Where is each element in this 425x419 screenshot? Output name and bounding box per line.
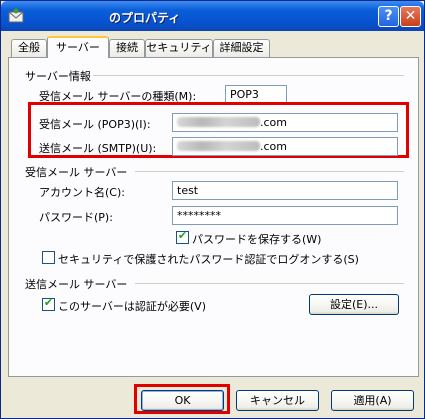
ok-button[interactable]: OK: [141, 390, 224, 411]
outgoing-server-suffix: .com: [260, 140, 287, 153]
servers-panel: サーバー情報 受信メール サーバーの種類(M): POP3 受信メール (POP…: [8, 57, 419, 377]
password-label: パスワード(P):: [39, 211, 113, 224]
outgoing-server-field[interactable]: .com: [172, 137, 398, 156]
password-input[interactable]: ********: [172, 206, 398, 225]
title-bar[interactable]: のプロパティ ? ✕: [1, 1, 424, 31]
tab-connection[interactable]: 接続: [109, 39, 145, 57]
remember-password-checkbox[interactable]: ✔: [176, 229, 189, 244]
outgoing-mail-heading: 送信メール サーバー: [25, 278, 128, 291]
incoming-server-field[interactable]: .com: [172, 113, 398, 132]
redacted-text: [177, 117, 260, 127]
properties-dialog: のプロパティ ? ✕ 全般 サーバー 接続 セキュリティ 詳細設定 サーバー情報…: [0, 0, 425, 419]
outgoing-server-label: 送信メール (SMTP)(U):: [39, 142, 157, 155]
spa-checkbox[interactable]: [42, 251, 55, 264]
divider: [93, 75, 404, 76]
account-name-label: アカウント名(C):: [39, 186, 125, 199]
close-button[interactable]: ✕: [400, 6, 421, 27]
apply-button[interactable]: 適用(A): [331, 390, 414, 411]
tab-servers[interactable]: サーバー: [47, 36, 109, 58]
incoming-server-suffix: .com: [260, 116, 287, 129]
check-icon: ✔: [177, 229, 188, 242]
auth-required-label[interactable]: このサーバーは認証が必要(V): [58, 298, 206, 314]
account-name-input[interactable]: test: [172, 181, 398, 200]
auth-required-checkbox[interactable]: ✔: [42, 296, 55, 311]
divider: [135, 283, 404, 284]
check-icon: ✔: [43, 296, 54, 309]
window-title: のプロパティ: [109, 11, 181, 25]
incoming-mail-heading: 受信メール サーバー: [25, 166, 128, 179]
help-button[interactable]: ?: [378, 6, 399, 27]
tab-security[interactable]: セキュリティ: [145, 39, 213, 57]
tab-strip: 全般 サーバー 接続 セキュリティ 詳細設定: [1, 36, 425, 58]
account-icon: [8, 8, 24, 23]
incoming-server-label: 受信メール (POP3)(I):: [39, 118, 151, 131]
tab-advanced[interactable]: 詳細設定: [213, 39, 270, 57]
remember-password-label[interactable]: パスワードを保存する(W): [192, 231, 321, 247]
tab-general[interactable]: 全般: [11, 39, 47, 57]
redacted-text: [177, 141, 260, 151]
spa-label[interactable]: セキュリティで保護されたパスワード認証でログオンする(S): [58, 251, 359, 267]
settings-button[interactable]: 設定(E)...: [309, 294, 399, 315]
divider: [135, 171, 404, 172]
cancel-button[interactable]: キャンセル: [236, 390, 319, 411]
server-info-heading: サーバー情報: [25, 70, 91, 83]
